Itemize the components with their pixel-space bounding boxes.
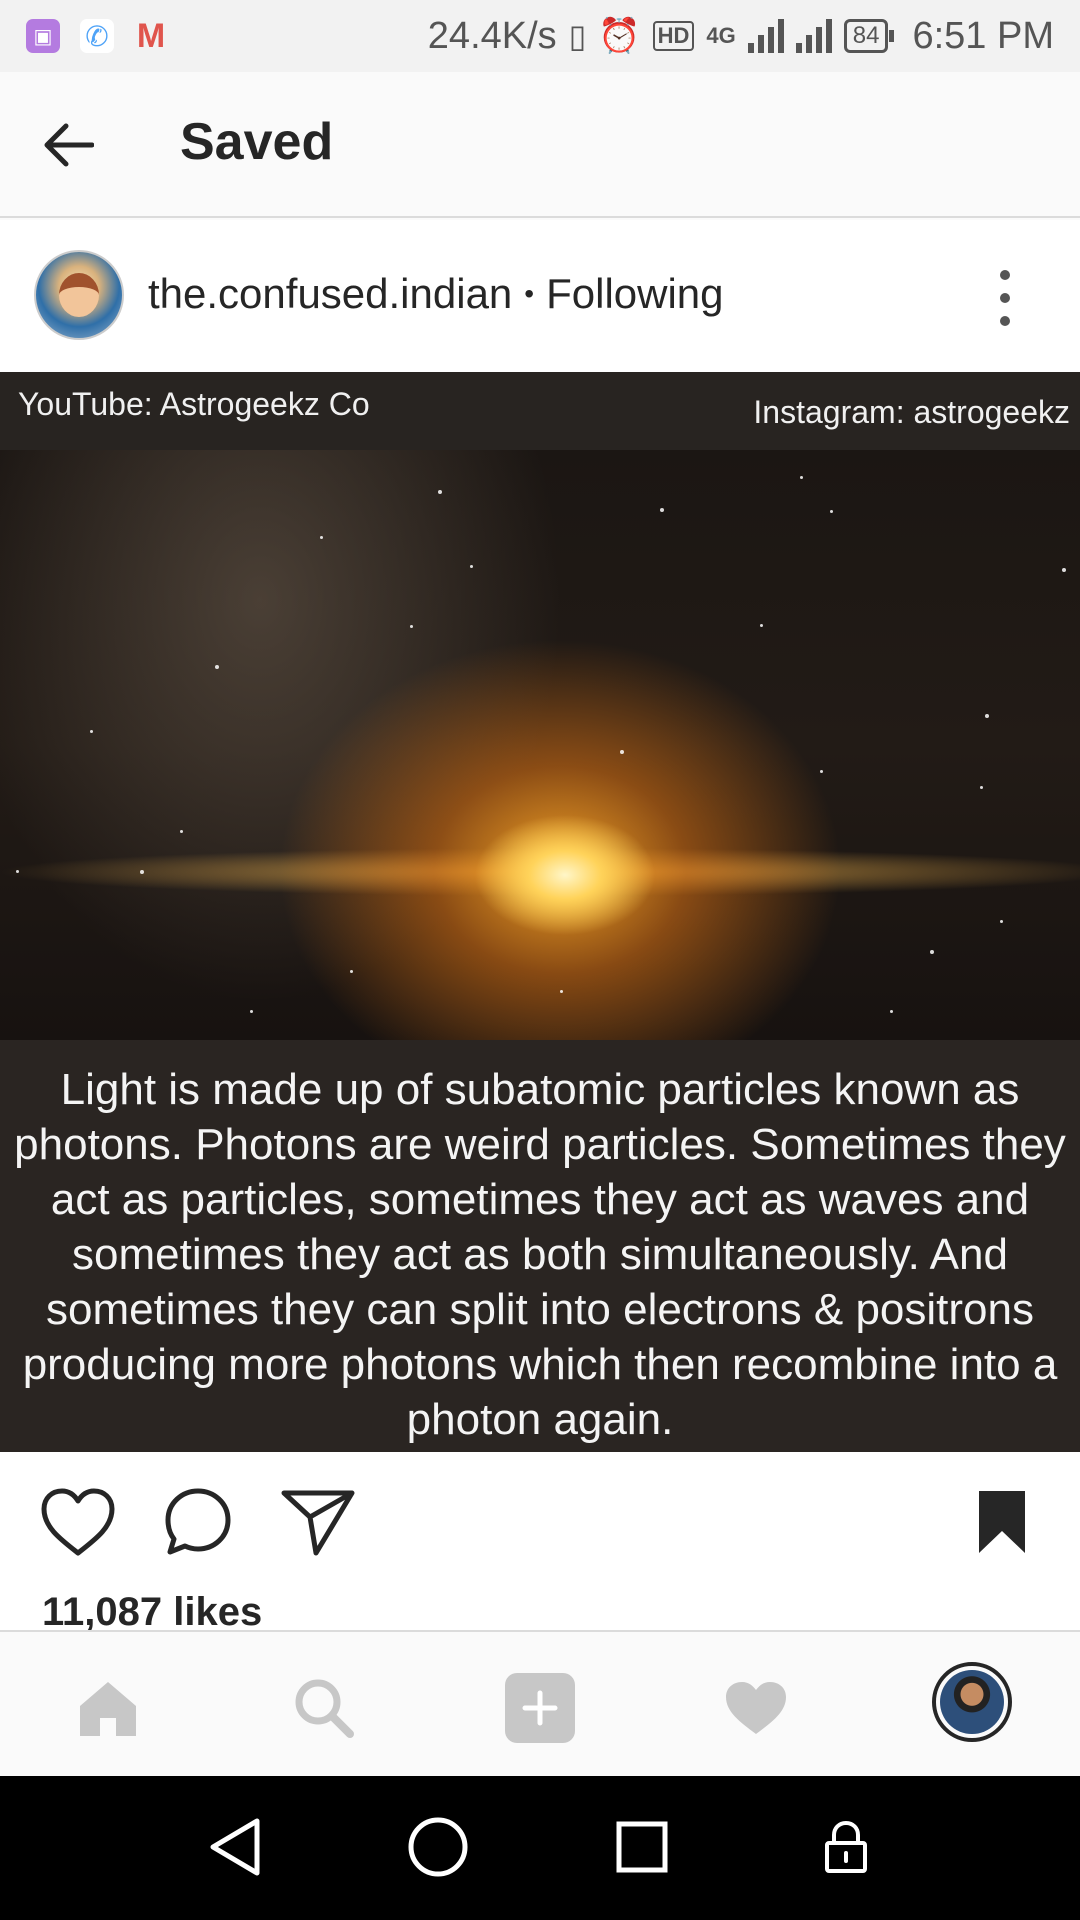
post-author-row: the.confused.indian • Following <box>148 270 724 318</box>
alarm-icon: ⏰ <box>598 17 641 55</box>
save-bookmark-button[interactable] <box>962 1482 1042 1562</box>
signal-icon <box>747 19 784 53</box>
system-home-button[interactable] <box>403 1812 473 1882</box>
add-icon <box>505 1673 575 1743</box>
post-actions: 11,087 likes <box>0 1452 1080 1635</box>
following-button[interactable]: Following <box>546 270 723 318</box>
system-recents-button[interactable] <box>607 1812 677 1882</box>
back-arrow-icon <box>44 123 94 167</box>
nav-home[interactable] <box>68 1668 148 1748</box>
nav-new-post[interactable] <box>500 1668 580 1748</box>
post-image[interactable]: YouTube: Astrogeekz Co Instagram: astrog… <box>0 372 1080 1452</box>
circle-home-icon <box>408 1817 468 1877</box>
space-star-illustration <box>0 450 1080 1040</box>
avatar-image <box>59 273 99 317</box>
comment-bubble-icon <box>165 1488 231 1555</box>
more-options-icon[interactable] <box>990 270 1020 326</box>
heart-icon <box>41 1488 115 1556</box>
image-caption-text: Light is made up of subatomic particles … <box>14 1065 1066 1444</box>
image-top-band: YouTube: Astrogeekz Co Instagram: astrog… <box>0 372 1080 450</box>
system-back-button[interactable] <box>200 1812 270 1882</box>
send-icon <box>281 1490 355 1556</box>
lock-icon <box>825 1820 867 1873</box>
signal-icon-secondary <box>795 19 832 53</box>
home-icon <box>80 1682 136 1736</box>
likes-count[interactable]: 11,087 likes <box>42 1590 262 1635</box>
user-avatar[interactable] <box>34 250 124 340</box>
username-link[interactable]: the.confused.indian <box>148 270 512 318</box>
phone-notification-icon: ✆ <box>80 19 114 53</box>
back-button[interactable] <box>40 117 96 173</box>
status-indicators: 24.4K/s ▯ ⏰ HD 4G 84 6:51 PM <box>428 15 1054 58</box>
clock: 6:51 PM <box>912 14 1054 57</box>
network-type: 4G <box>706 23 736 48</box>
gallery-notification-icon: ▣ <box>26 19 60 53</box>
hd-badge: HD <box>652 21 695 51</box>
bottom-navigation <box>0 1630 1080 1776</box>
post-header: the.confused.indian • Following <box>0 220 1080 372</box>
bookmark-filled-icon <box>979 1491 1025 1553</box>
comment-button[interactable] <box>158 1482 238 1562</box>
page-title: Saved <box>180 113 334 171</box>
instagram-credit: Instagram: astrogeekz <box>753 394 1070 430</box>
network-speed: 24.4K/s <box>427 14 557 57</box>
like-button[interactable] <box>38 1482 118 1562</box>
youtube-credit: YouTube: Astrogeekz Co <box>18 386 370 422</box>
search-icon <box>295 1679 354 1738</box>
screen-lock-button[interactable] <box>811 1812 881 1882</box>
system-navigation-bar <box>0 1776 1080 1920</box>
square-recents-icon <box>616 1821 668 1873</box>
profile-avatar-image <box>940 1670 1004 1734</box>
nav-profile-avatar[interactable] <box>932 1662 1012 1742</box>
separator-dot: • <box>524 278 535 309</box>
gmail-notification-icon: M <box>136 16 166 55</box>
vibrate-icon: ▯ <box>568 18 587 54</box>
status-bar: ▣ ✆ M 24.4K/s ▯ ⏰ HD 4G 84 6:51 PM <box>0 0 1080 72</box>
activity-heart-icon <box>726 1682 786 1734</box>
nav-search[interactable] <box>284 1668 364 1748</box>
share-button[interactable] <box>278 1482 358 1562</box>
app-header: Saved <box>0 72 1080 218</box>
triangle-back-icon <box>210 1818 260 1876</box>
nav-activity[interactable] <box>716 1668 796 1748</box>
status-notifications: ▣ ✆ M <box>26 16 168 55</box>
battery-icon: 84 <box>843 19 895 53</box>
